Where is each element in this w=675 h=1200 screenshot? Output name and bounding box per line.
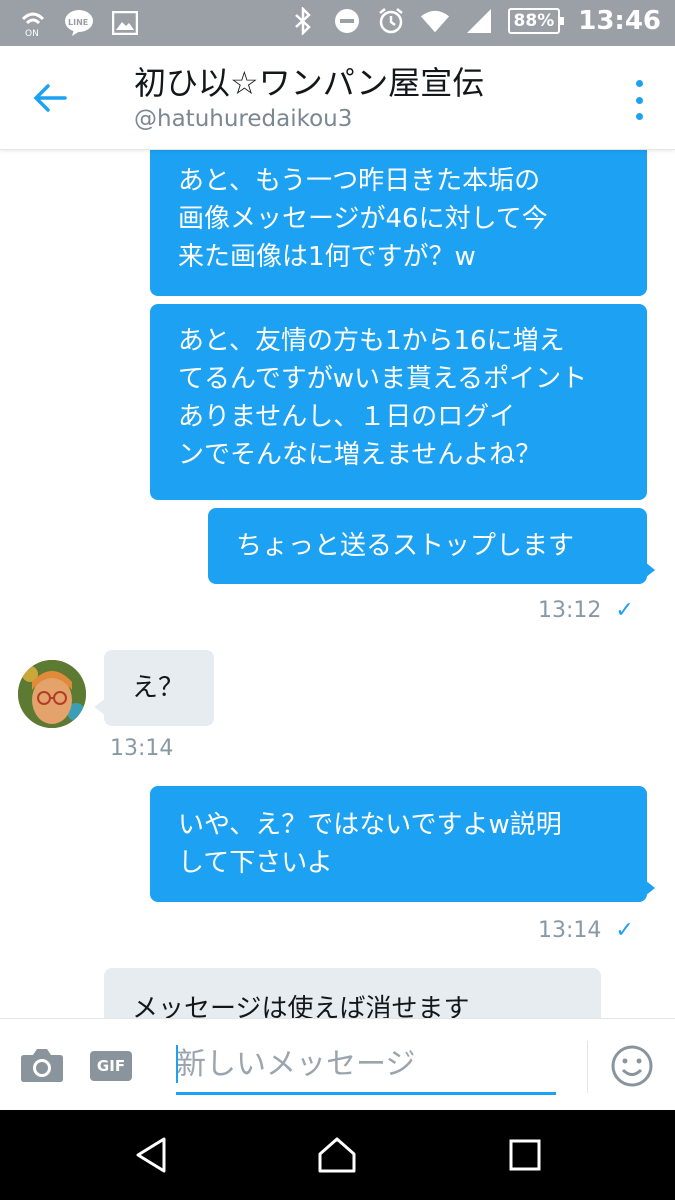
menu-dot-icon	[635, 80, 643, 87]
image-icon	[110, 8, 140, 38]
message-bubble-incoming[interactable]: メッセージは使えば消せます	[104, 968, 601, 1018]
message-line: 画像メッセージが46に対して今	[178, 204, 548, 234]
back-button[interactable]	[28, 76, 72, 120]
emoji-icon	[611, 1045, 653, 1087]
gif-button[interactable]: GIF	[90, 1051, 132, 1081]
text-caret	[176, 1045, 178, 1083]
timestamp-text: 13:14	[110, 736, 174, 761]
message-line: あと、友情の方も1から16に増え	[178, 326, 565, 356]
status-right-icons: 88% 13:46	[288, 6, 661, 36]
status-time: 13:46	[578, 6, 661, 36]
message-bubble-outgoing[interactable]: ちょっと送るストップします	[208, 508, 655, 584]
menu-dot-icon	[635, 113, 643, 120]
message-line: ありませんし、１日のログイ	[178, 402, 516, 432]
back-arrow-icon	[33, 84, 67, 112]
nav-home-icon	[318, 1137, 356, 1173]
wifi-icon	[420, 6, 450, 36]
svg-text:ON: ON	[25, 29, 39, 37]
svg-text:LINE: LINE	[68, 18, 88, 27]
emoji-button[interactable]	[611, 1045, 653, 1091]
message-line: あと、もう一つ昨日きた本垢の	[178, 166, 541, 196]
nav-back-icon	[136, 1137, 166, 1173]
system-navigation-bar	[0, 1110, 675, 1200]
avatar[interactable]	[18, 660, 86, 728]
signal-icon	[464, 6, 494, 36]
message-bubble-outgoing[interactable]: あと、友情の方も1から16に増え てるんですがwいま貰えるポイント ありませんし…	[150, 304, 647, 500]
message-line: ンでそんなに増えませんよね？	[178, 440, 542, 470]
message-bubble-outgoing[interactable]: あと、もう一つ昨日きた本垢の 画像メッセージが46に対して今 来た画像は1何です…	[150, 150, 647, 296]
nav-home-button[interactable]	[314, 1132, 360, 1178]
nav-recents-button[interactable]	[502, 1132, 548, 1178]
conversation-handle: @hatuhuredaikou3	[134, 106, 353, 132]
camera-button[interactable]	[20, 1047, 64, 1087]
menu-dot-icon	[635, 96, 643, 104]
conversation-title[interactable]: 初ひ以☆ワンパン屋宣伝	[134, 58, 484, 104]
compose-divider	[587, 1041, 588, 1093]
alarm-icon	[376, 6, 406, 36]
status-bar: ON LINE 88% 13:46	[0, 0, 675, 46]
read-check-icon: ✓	[615, 918, 634, 943]
bluetooth-icon	[288, 6, 318, 36]
battery-indicator: 88%	[507, 8, 564, 34]
do-not-disturb-icon	[332, 6, 362, 36]
timestamp-text: 13:12	[538, 598, 602, 623]
message-timestamp: 13:12 ✓	[538, 598, 634, 623]
compose-bar: GIF	[0, 1018, 675, 1110]
nav-back-button[interactable]	[128, 1132, 174, 1178]
read-check-icon: ✓	[615, 598, 634, 623]
message-line: メッセージは使えば消せます	[132, 994, 470, 1018]
timestamp-text: 13:14	[538, 918, 602, 943]
message-bubble-outgoing[interactable]: いや、え？ではないですよw説明 して下さいよ	[150, 786, 655, 902]
message-line: 来た画像は1何ですが？w	[178, 242, 476, 272]
message-bubble-incoming[interactable]: え？	[94, 650, 214, 726]
message-timestamp: 13:14 ✓	[538, 918, 634, 943]
message-line: え？	[132, 673, 185, 703]
message-list[interactable]: あと、もう一つ昨日きた本垢の 画像メッセージが46に対して今 来た画像は1何です…	[0, 150, 675, 1018]
message-timestamp: 13:14	[110, 736, 173, 761]
line-app-icon: LINE	[64, 8, 94, 38]
conversation-header: 初ひ以☆ワンパン屋宣伝 @hatuhuredaikou3	[0, 46, 675, 150]
message-line: ちょっと送るストップします	[236, 531, 575, 561]
overflow-menu-button[interactable]	[627, 80, 651, 120]
message-line: して下さいよ	[178, 848, 333, 878]
wifi-calling-icon: ON	[18, 8, 48, 38]
camera-icon	[21, 1049, 63, 1082]
nav-recents-icon	[509, 1139, 541, 1171]
message-line: てるんですがwいま貰えるポイント	[178, 364, 588, 394]
message-line: いや、え？ではないですよw説明	[178, 810, 562, 840]
message-input[interactable]	[176, 1039, 556, 1089]
status-left-icons: ON LINE	[18, 8, 140, 38]
message-input-wrapper	[176, 1039, 556, 1095]
